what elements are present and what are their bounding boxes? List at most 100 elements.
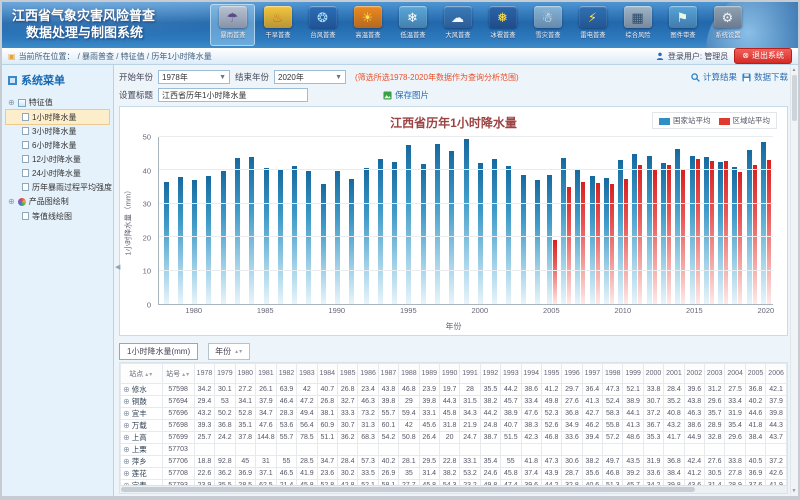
sidebar-collapse-handle[interactable]: ◀ [115, 263, 120, 271]
value-cell: 39.8 [378, 396, 398, 408]
start-year-select[interactable]: 1978年 ▼ [158, 70, 230, 84]
nav-item-diwen[interactable]: ❄低温普查 [390, 4, 435, 46]
vertical-scrollbar[interactable]: ▲ ▼ [790, 66, 797, 495]
tree-group-0[interactable]: ⊕特征值 [6, 95, 109, 110]
tree-item-0-5[interactable]: 历年暴雨过程平均强度 [6, 180, 109, 194]
row-expander-icon[interactable]: ⊕ [123, 421, 130, 430]
nav-item-tujian-shencha[interactable]: ⚑图件审查 [660, 4, 705, 46]
logout-button[interactable]: ⊗ 退出系统 [734, 48, 792, 64]
nav-item-gaowen[interactable]: ☀高温普查 [345, 4, 390, 46]
station-name-cell[interactable]: ⊕上高 [121, 432, 163, 444]
calculate-button[interactable]: 计算结果 [691, 71, 737, 83]
col-header-year-1994[interactable]: 1994 [521, 364, 541, 384]
col-header-year-1986[interactable]: 1986 [358, 364, 378, 384]
col-header-year-1982[interactable]: 1982 [276, 364, 296, 384]
col-header-year-2000[interactable]: 2000 [643, 364, 663, 384]
end-year-select[interactable]: 2020年 ▼ [274, 70, 346, 84]
col-header-year-2005[interactable]: 2005 [745, 364, 765, 384]
nav-item-dafeng[interactable]: ☁大风普查 [435, 4, 480, 46]
tree-group-1[interactable]: ⊕产品图绘制 [6, 194, 109, 209]
year-sort-label: 年份 [215, 346, 231, 357]
col-header-year-1991[interactable]: 1991 [460, 364, 480, 384]
station-name-cell[interactable]: ⊕修水 [121, 384, 163, 396]
col-header-station[interactable]: 站点 ▴▾ [121, 364, 163, 384]
vscrollbar-thumb[interactable] [792, 75, 797, 121]
col-header-year-1979[interactable]: 1979 [215, 364, 235, 384]
col-header-year-1983[interactable]: 1983 [297, 364, 317, 384]
download-button[interactable]: 数据下载 [742, 71, 788, 83]
col-header-year-2002[interactable]: 2002 [684, 364, 704, 384]
col-header-year-1998[interactable]: 1998 [603, 364, 623, 384]
col-header-year-2003[interactable]: 2003 [705, 364, 725, 384]
station-name-cell[interactable]: ⊕上栗 [121, 444, 163, 456]
row-expander-icon[interactable]: ⊕ [123, 433, 130, 442]
nav-item-baoyu[interactable]: ☂暴雨普查 [210, 4, 255, 46]
save-image-label: 保存图片 [395, 89, 429, 101]
station-name-cell[interactable]: ⊕铜鼓 [121, 396, 163, 408]
legend-entry-1[interactable]: 区域站平均 [719, 115, 771, 126]
col-header-year-1993[interactable]: 1993 [501, 364, 521, 384]
bar-group-1991 [345, 137, 359, 304]
tree-item-0-3[interactable]: 12小时降水量 [6, 152, 109, 166]
row-expander-icon[interactable]: ⊕ [123, 469, 130, 478]
col-header-year-2006[interactable]: 2006 [766, 364, 787, 384]
nav-item-xuezai[interactable]: ☃雪灾普查 [525, 4, 570, 46]
col-header-year-1992[interactable]: 1992 [480, 364, 500, 384]
nav-item-taifeng[interactable]: ❂台风普查 [300, 4, 345, 46]
nav-item-ganhan[interactable]: ♨干旱普查 [255, 4, 300, 46]
scroll-up-arrow[interactable]: ▲ [791, 67, 797, 73]
nav-item-zonghe-fengxian[interactable]: ▦综合风险 [615, 4, 660, 46]
value-cell: 34.3 [460, 408, 480, 420]
col-header-year-1990[interactable]: 1990 [439, 364, 459, 384]
station-name-cell[interactable]: ⊕萍乡 [121, 456, 163, 468]
tree-expander-icon[interactable]: ⊕ [8, 98, 15, 107]
scroll-down-arrow[interactable]: ▼ [791, 488, 797, 494]
tree-item-0-4[interactable]: 24小时降水量 [6, 166, 109, 180]
unit-button[interactable]: 1小时降水量(mm) [119, 343, 198, 360]
year-sort-dropdown[interactable]: 年份 ▴▾ [208, 343, 250, 360]
station-name-cell[interactable]: ⊕宜丰 [121, 408, 163, 420]
tree-item-0-2[interactable]: 6小时降水量 [6, 138, 109, 152]
tree-expander-icon[interactable]: ⊕ [8, 197, 15, 206]
legend-entry-0[interactable]: 国家站平均 [659, 115, 711, 126]
col-header-year-1989[interactable]: 1989 [419, 364, 439, 384]
station-name-cell[interactable]: ⊕莲花 [121, 468, 163, 480]
col-header-year-1996[interactable]: 1996 [562, 364, 582, 384]
station-name-cell[interactable]: ⊕万载 [121, 420, 163, 432]
col-header-year-1981[interactable]: 1981 [255, 364, 276, 384]
chart-title-input[interactable] [158, 88, 308, 102]
tree-item-0-1[interactable]: 3小时降水量 [6, 124, 109, 138]
horizontal-scrollbar[interactable] [119, 486, 788, 494]
nav-item-xitong-shezhi[interactable]: ⚙系统设置 [705, 4, 750, 46]
value-cell: 144.8 [255, 432, 276, 444]
save-image-button[interactable]: 保存图片 [383, 89, 429, 101]
scrollbar-thumb[interactable] [121, 487, 695, 492]
row-expander-icon[interactable]: ⊕ [123, 409, 130, 418]
end-year-value: 2020年 [278, 72, 304, 83]
filter-row-2: 设置标题 保存图片 [119, 86, 788, 104]
tree-item-0-0[interactable]: 1小时降水量 [6, 110, 109, 124]
row-expander-icon[interactable]: ⊕ [123, 445, 130, 454]
col-header-year-1984[interactable]: 1984 [317, 364, 337, 384]
breadcrumb[interactable]: / 暴雨普查 / 特征值 / 历年1小时降水量 [78, 51, 212, 62]
value-cell [317, 444, 337, 456]
col-header-year-1978[interactable]: 1978 [194, 364, 214, 384]
col-header-year-1988[interactable]: 1988 [399, 364, 419, 384]
tree-item-1-0[interactable]: 等值线绘图 [6, 209, 109, 223]
row-expander-icon[interactable]: ⊕ [123, 385, 130, 394]
value-cell: 36.4 [582, 384, 602, 396]
col-header-id[interactable]: 站号 ▴▾ [162, 364, 194, 384]
row-expander-icon[interactable]: ⊕ [123, 397, 130, 406]
col-header-year-1995[interactable]: 1995 [541, 364, 561, 384]
nav-item-bingbao[interactable]: ❅冰雹普查 [480, 4, 525, 46]
nav-item-leidian[interactable]: ⚡雷电普查 [570, 4, 615, 46]
col-header-year-2001[interactable]: 2001 [664, 364, 684, 384]
col-header-year-2004[interactable]: 2004 [725, 364, 745, 384]
col-header-year-1980[interactable]: 1980 [235, 364, 255, 384]
value-cell [337, 444, 357, 456]
col-header-year-1985[interactable]: 1985 [337, 364, 357, 384]
col-header-year-1999[interactable]: 1999 [623, 364, 643, 384]
row-expander-icon[interactable]: ⊕ [123, 457, 130, 466]
col-header-year-1997[interactable]: 1997 [582, 364, 602, 384]
col-header-year-1987[interactable]: 1987 [378, 364, 398, 384]
